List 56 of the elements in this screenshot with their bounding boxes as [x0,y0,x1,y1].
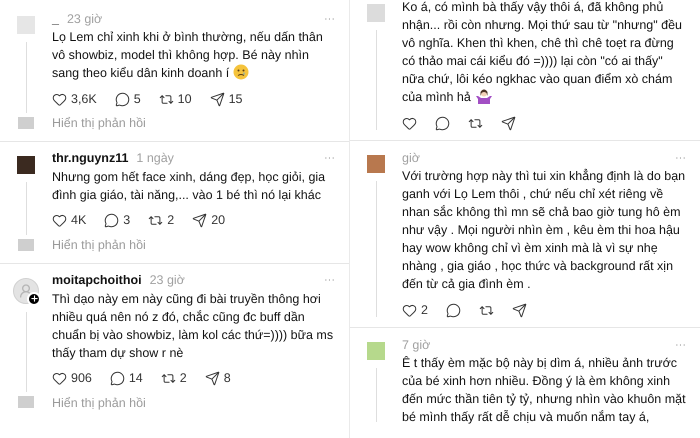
like-button[interactable]: 2 [402,300,428,320]
reply-avatar-photo-placeholder [18,396,34,408]
send-icon [210,92,225,106]
like-button[interactable]: 906 [52,369,92,388]
comment-text: Ê t thấy èm mặc bộ này bị dìm á, nhiều ảnh trước của bé xinh hơn nhiều. Đồng ý là èm không xinh đến mức thần tiên tỷ tỷ, nhưng nhìn vào khuôn mặt bé mình thấy rất dễ chịu và muốn nắm tay á, [402,355,686,426]
share-button[interactable]: 8 [204,369,231,388]
comment-text: Với trường hợp này thì tui xin khẳng định là do bạn ganh với Lọ Lem thôi , chứ nếu chỉ xét riêng về nhan sắc không thì mn sẽ chả bao giờ tung hô èm như vậy . Mọi người nhìn èm , kêu èm thi hoa hậu hay wow không chỉ vì èm xinh mà là vì sự nhẹ nhàng , gia giáo , học thức và background rất xịn đến từ cả gia đình èm . [402,168,686,293]
like-button[interactable]: 4K [52,211,86,230]
timestamp: 1 ngày [136,150,174,168]
username[interactable]: moitapchoithoi [52,271,142,290]
reply-button[interactable]: 5 [114,90,141,108]
repost-icon [160,371,176,386]
comment-text: Lọ Lem chỉ xinh khi ở bình thường, nếu dấn thân vô showbiz, model thì không hợp. Bé này nhìn sang theo kiểu dân kinh doanh í [52,29,324,82]
timestamp: giờ [402,150,420,167]
like-button[interactable] [402,116,417,130]
timestamp: 7 giờ [402,336,430,354]
repost-button[interactable]: 10 [158,90,192,108]
comment-text: Thì dạo này em này cũng đi bài truyền thông hơi nhiều quá nên nó z đó, chắc cũng đc buff dần chuẩn bị vào showbiz, làm kol các thứ=)))) bữa ms thấy tham dự show r nè [52,290,334,362]
like-button[interactable]: 3,6K [52,90,97,108]
username[interactable]: _ [52,10,59,28]
shrugging-person-icon [474,88,493,104]
heart-icon [52,92,67,106]
comment-icon [110,371,125,386]
comment-icon [114,92,130,106]
comment-text: Ko á, có mình bà thấy vậy thôi á, đã không phủ nhận... rồi còn nhưng. Mọi thứ sau từ "nhưng" đều vô nghĩa. Khen thì khen, chê thì chê toẹt ra đừng có thảo mai cái kiểu đó =)))) lại còn "có ai thấy" nữa chứ, lôi kéo ngkhac vào quan điểm xò chám của mình hả [402,0,684,106]
heart-icon [52,213,67,228]
heart-icon [402,302,417,318]
avatar[interactable] [13,278,39,304]
comment-icon [104,213,120,228]
comment-icon [435,116,450,130]
plus-badge-icon[interactable] [27,292,41,306]
comment-icon [446,302,461,318]
comment-text: Nhưng gom hết face xinh, dáng đẹp, học giỏi, gia đình gia giáo, tài năng,... vào 1 bé thì nó lại khác [52,168,326,204]
send-icon [501,116,516,130]
reply-button[interactable] [446,302,461,318]
send-icon [204,371,220,386]
heart-icon [402,116,417,130]
share-button[interactable] [512,302,527,318]
crying-face-icon [233,64,250,80]
send-icon [512,302,527,318]
reply-button[interactable]: 14 [110,369,143,388]
share-button[interactable] [501,116,516,130]
timestamp: 23 giờ [150,272,185,290]
username[interactable]: thr.nguynz11 [52,149,128,168]
send-icon [192,213,208,228]
avatar-photo-placeholder[interactable] [17,156,35,174]
heart-icon [52,371,67,386]
share-button[interactable]: 20 [192,211,226,230]
reply-avatar-photo-placeholder [18,238,34,250]
timestamp: 23 giờ [66,10,102,28]
repost-button[interactable]: 2 [160,369,187,388]
repost-button[interactable]: 2 [148,211,174,230]
reply-button[interactable] [435,116,450,130]
reply-button[interactable]: 3 [104,211,130,230]
reply-avatar-photo-placeholder [18,116,34,129]
share-button[interactable]: 15 [210,90,242,108]
